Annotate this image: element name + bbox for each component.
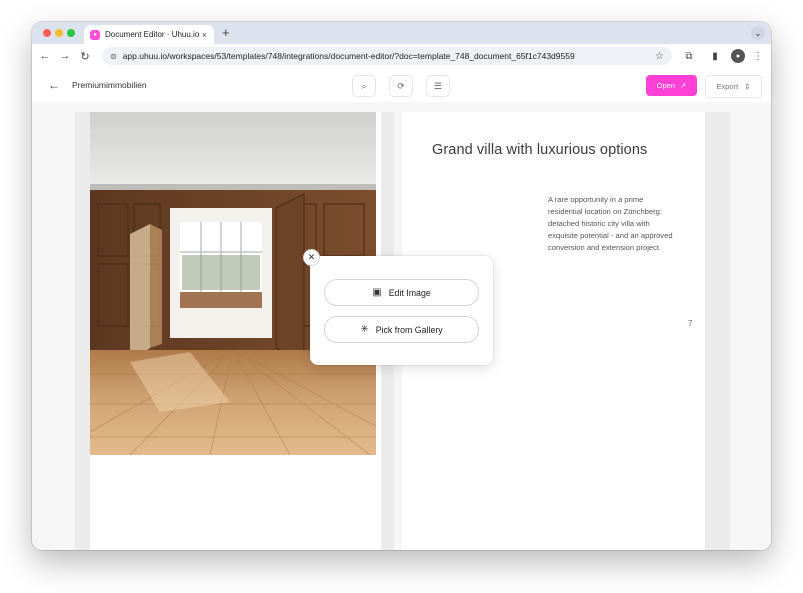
browser-tab[interactable]: ● Document Editor · Uhuu.io × [84,25,214,44]
extensions-icon[interactable]: ⧉ [682,49,696,63]
profile-avatar-icon[interactable]: ● [731,49,745,63]
site-info-icon[interactable]: ⊜ [110,52,117,61]
maximize-window-button[interactable] [67,29,75,37]
zoom-button[interactable]: ⌕ [352,75,376,97]
pick-gallery-button[interactable]: ✳ Pick from Gallery [324,316,479,343]
bookmark-star-icon[interactable]: ☆ [655,51,664,62]
zoom-icon: ⌕ [361,80,367,91]
tab-close-icon[interactable]: × [202,30,207,40]
tab-search-icon[interactable]: ⌄ [751,26,765,40]
document-canvas: Grand villa with luxurious options A rar… [32,102,771,550]
export-label: Export [716,82,739,91]
close-window-button[interactable] [43,29,51,37]
uhuu-logo-icon: ● [90,29,100,40]
sidepanel-icon[interactable]: ▮ [708,49,722,63]
browser-toolbar: ← → ↻ ⊜ app.uhuu.io/workspaces/53/templa… [32,44,771,70]
sliders-icon: ☰ [433,80,443,91]
browser-window: ● Document Editor · Uhuu.io × + ⌄ ← → ↻ … [32,22,771,550]
editor-header: ← Premiumimmobilien ⌕ ⟳ ☰ Open ↗ Export … [32,69,771,102]
url-text: app.uhuu.io/workspaces/53/templates/748/… [122,51,575,61]
open-label: Open [656,81,676,90]
external-link-icon: ↗ [680,81,687,90]
edit-image-label: Edit Image [388,287,431,298]
settings-button[interactable]: ☰ [426,75,450,97]
refresh-icon: ⟳ [397,80,405,91]
tab-strip: ● Document Editor · Uhuu.io × + ⌄ [32,22,771,44]
edit-image-button[interactable]: ▣ Edit Image [324,279,479,306]
pick-gallery-label: Pick from Gallery [375,324,443,335]
popup-close-button[interactable]: ✕ [303,249,320,266]
document-title: Premiumimmobilien [72,80,147,90]
open-button[interactable]: Open ↗ [646,75,697,96]
back-icon[interactable]: ← [38,49,52,63]
new-tab-button[interactable]: + [222,25,230,41]
refresh-button[interactable]: ⟳ [389,75,413,97]
sparkle-icon: ✳ [360,324,369,335]
reload-icon[interactable]: ↻ [78,49,92,63]
tab-title: Document Editor · Uhuu.io [105,30,200,39]
page-headline[interactable]: Grand villa with luxurious options [432,142,647,158]
close-icon: ✕ [307,252,316,262]
minimize-window-button[interactable] [55,29,63,37]
image-icon: ▣ [372,287,382,298]
page-body-text[interactable]: A rare opportunity in a prime residentia… [548,194,678,254]
image-actions-popup: ▣ Edit Image ✳ Pick from Gallery [310,256,493,365]
arrow-left-icon[interactable]: ← [48,78,60,92]
address-bar[interactable]: ⊜ app.uhuu.io/workspaces/53/templates/74… [102,47,672,65]
page-number: 7 [688,319,693,328]
more-menu-icon[interactable]: ⋮ [751,49,765,63]
forward-icon[interactable]: → [58,49,72,63]
chevron-updown-icon: ⇕ [744,82,751,91]
export-button[interactable]: Export ⇕ [705,75,762,98]
